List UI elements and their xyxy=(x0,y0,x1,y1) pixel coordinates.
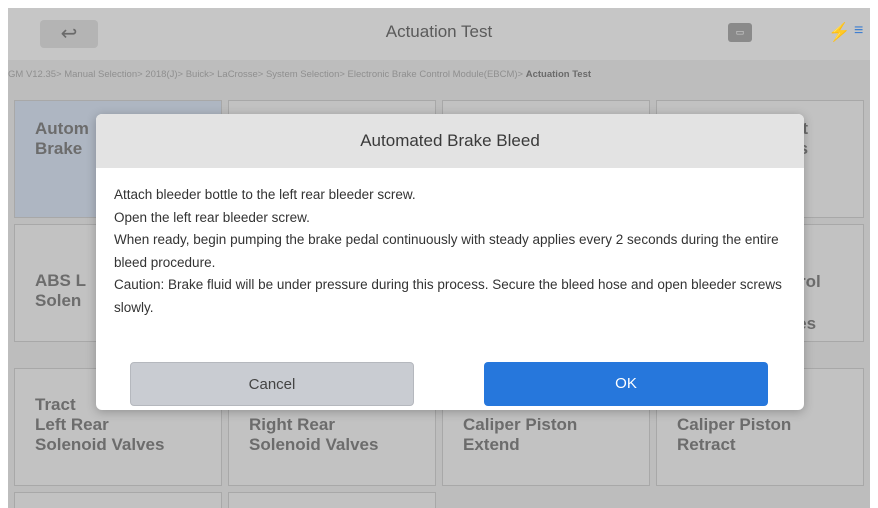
dialog-line: Attach bleeder bottle to the left rear b… xyxy=(114,187,416,202)
tile-label: Left Rear xyxy=(35,415,109,434)
tile-label: Solenoid Valves xyxy=(35,435,165,454)
dialog-line: When ready, begin pumping the brake peda… xyxy=(114,232,779,270)
tile-label: Retract xyxy=(677,435,736,454)
ok-button[interactable]: OK xyxy=(484,362,768,406)
dialog-line: Open the left rear bleeder screw. xyxy=(114,209,310,225)
dialog-message: Attach bleeder bottle to the left rear b… xyxy=(96,168,804,319)
tile-label: Right Rear xyxy=(249,415,335,434)
breadcrumb: GM V12.35> Manual Selection> 2018(J)> Bu… xyxy=(8,64,870,86)
top-bar: ↩ Actuation Test ▭ ⚡ ≡ xyxy=(8,8,870,60)
tile-label: Caliper Piston xyxy=(463,415,578,434)
tile[interactable] xyxy=(14,492,222,508)
automated-brake-bleed-dialog: Automated Brake Bleed Attach bleeder bot… xyxy=(96,114,804,410)
tile-label: Extend xyxy=(463,435,520,454)
status-icon: ≡ xyxy=(854,22,864,39)
cancel-button[interactable]: Cancel xyxy=(130,362,414,406)
dialog-title: Automated Brake Bleed xyxy=(96,114,804,168)
breadcrumb-current: Actuation Test xyxy=(525,69,592,80)
breadcrumb-path: GM V12.35> Manual Selection> 2018(J)> Bu… xyxy=(8,69,526,80)
message-icon[interactable]: ▭ xyxy=(728,23,752,42)
connection-icon: ⚡ xyxy=(828,22,851,42)
tile[interactable] xyxy=(228,492,436,508)
tile-label: Solenoid Valves xyxy=(249,435,379,454)
tile-label: Caliper Piston xyxy=(677,415,792,434)
dialog-line: Caution: Brake fluid will be under press… xyxy=(114,277,782,315)
